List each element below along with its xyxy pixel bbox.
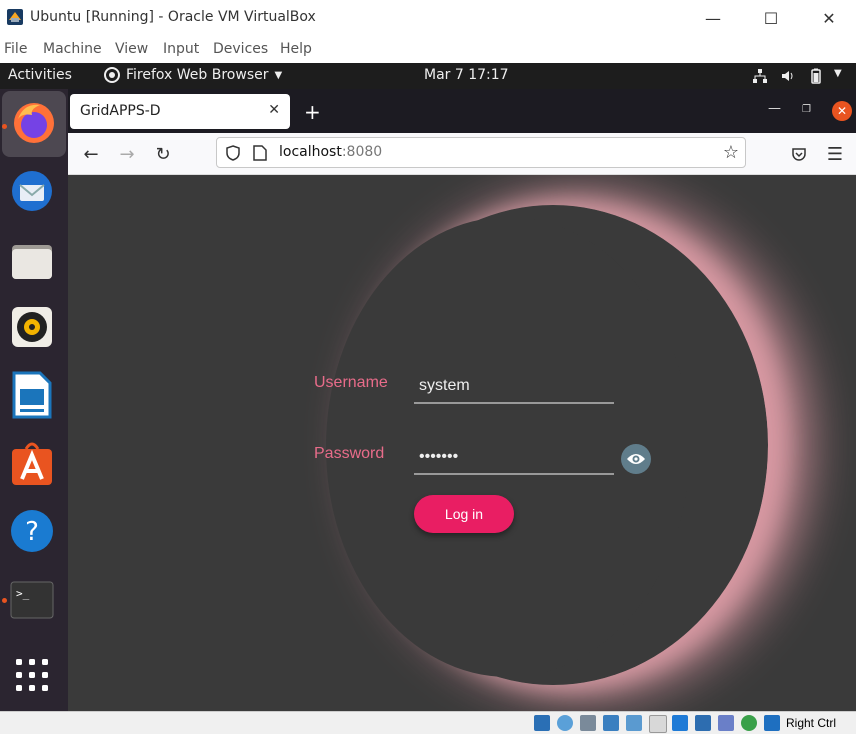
dock-rhythmbox[interactable] [0, 295, 68, 361]
url-bar[interactable]: localhost:8080 ☆ [216, 137, 746, 168]
menu-file[interactable]: File [4, 41, 27, 57]
ff-restore-button[interactable]: ❐ [802, 104, 811, 115]
dock-files[interactable] [0, 227, 68, 293]
dock-help[interactable]: ? [0, 499, 68, 565]
password-label: Password [314, 445, 385, 462]
username-field[interactable]: system [414, 368, 614, 404]
display-icon[interactable] [672, 715, 688, 731]
login-button[interactable]: Log in [414, 495, 514, 533]
new-tab-button[interactable]: + [304, 100, 321, 124]
dock-libreoffice-writer[interactable] [0, 363, 68, 429]
firefox-icon [14, 103, 54, 143]
running-indicator [2, 598, 7, 603]
page-icon[interactable] [253, 145, 267, 161]
dock-firefox[interactable] [2, 91, 66, 157]
virtualbox-logo-icon [7, 9, 23, 25]
host-key-label: Right Ctrl [786, 716, 837, 730]
network-adapter-icon[interactable] [603, 715, 619, 731]
username-value: system [419, 377, 470, 394]
hdd-icon[interactable] [534, 715, 550, 731]
url-host: localhost [279, 144, 342, 160]
firefox-small-icon [104, 67, 120, 83]
chevron-down-icon: ▼ [274, 69, 283, 81]
password-field[interactable]: ••••••• [414, 439, 614, 475]
svg-text:?: ? [25, 517, 39, 547]
hamburger-menu-icon[interactable]: ☰ [822, 141, 848, 167]
minimize-button[interactable]: — [688, 2, 738, 34]
menu-machine[interactable]: Machine [43, 41, 102, 57]
dock-show-apps[interactable] [0, 645, 68, 711]
vbox-menubar: File Machine View Input Devices Help [0, 37, 856, 63]
audio-icon[interactable] [580, 715, 596, 731]
eye-icon [627, 454, 645, 464]
pocket-icon[interactable] [786, 141, 812, 167]
app-menu[interactable]: Firefox Web Browser ▼ [104, 67, 282, 83]
keyboard-capture-icon[interactable] [764, 715, 780, 731]
reload-icon[interactable]: ↻ [150, 141, 176, 167]
show-password-button[interactable] [621, 444, 651, 474]
ff-minimize-button[interactable]: — [768, 101, 781, 116]
usb-icon[interactable] [626, 715, 642, 731]
show-apps-icon [16, 659, 48, 691]
volume-icon[interactable] [780, 68, 796, 88]
bookmark-star-icon[interactable]: ☆ [723, 142, 739, 163]
gridappsd-login-page: Username system Password ••••••• Log in [68, 175, 856, 711]
thunderbird-icon [12, 171, 52, 211]
ubuntu-software-icon [12, 442, 52, 485]
video-capture-icon[interactable] [695, 715, 711, 731]
dock-terminal[interactable]: >_ [0, 567, 68, 633]
mouse-integration-icon[interactable] [741, 715, 757, 731]
password-value: ••••••• [419, 448, 459, 465]
tab-close-icon[interactable]: ✕ [268, 102, 280, 118]
dock-ubuntu-software[interactable] [0, 431, 68, 497]
shield-icon[interactable] [225, 145, 241, 161]
forward-icon[interactable]: → [114, 141, 140, 167]
help-icon: ? [11, 510, 53, 552]
dock: ? >_ [0, 89, 68, 711]
window-title: Ubuntu [Running] - Oracle VM VirtualBox [30, 9, 316, 25]
url-text: localhost:8080 [279, 144, 382, 160]
close-window-button[interactable]: ✕ [804, 2, 854, 34]
optical-drive-icon[interactable] [557, 715, 573, 731]
tab-gridapps-d[interactable]: GridAPPS-D ✕ [70, 94, 290, 129]
system-menu-chevron-icon[interactable]: ▼ [834, 68, 842, 79]
activities-button[interactable]: Activities [8, 67, 72, 83]
vbox-statusbar: Right Ctrl [0, 711, 856, 734]
menu-devices[interactable]: Devices [213, 41, 268, 57]
app-menu-label: Firefox Web Browser [126, 67, 269, 83]
back-icon[interactable]: ← [78, 141, 104, 167]
menu-input[interactable]: Input [163, 41, 199, 57]
tab-title: GridAPPS-D [80, 103, 161, 119]
svg-text:>_: >_ [16, 587, 30, 600]
maximize-button[interactable]: ☐ [746, 2, 796, 34]
files-icon [12, 245, 52, 279]
username-label: Username [314, 374, 388, 391]
dock-thunderbird[interactable] [0, 159, 68, 225]
url-port: :8080 [341, 144, 383, 160]
gnome-topbar: Activities Firefox Web Browser ▼ Mar 7 1… [0, 63, 856, 89]
vbox-titlebar: Ubuntu [Running] - Oracle VM VirtualBox … [0, 0, 856, 36]
battery-icon[interactable] [808, 68, 824, 88]
menu-view[interactable]: View [115, 41, 148, 57]
ff-close-button[interactable]: ✕ [832, 101, 852, 121]
rhythmbox-icon [12, 307, 52, 347]
libreoffice-writer-icon [12, 371, 52, 419]
terminal-icon: >_ [10, 581, 54, 619]
virtualization-icon[interactable] [718, 715, 734, 731]
network-icon[interactable] [752, 68, 768, 88]
menu-help[interactable]: Help [280, 41, 312, 57]
shared-folders-icon[interactable] [649, 715, 667, 733]
clock[interactable]: Mar 7 17:17 [424, 67, 509, 83]
running-indicator [2, 124, 7, 129]
